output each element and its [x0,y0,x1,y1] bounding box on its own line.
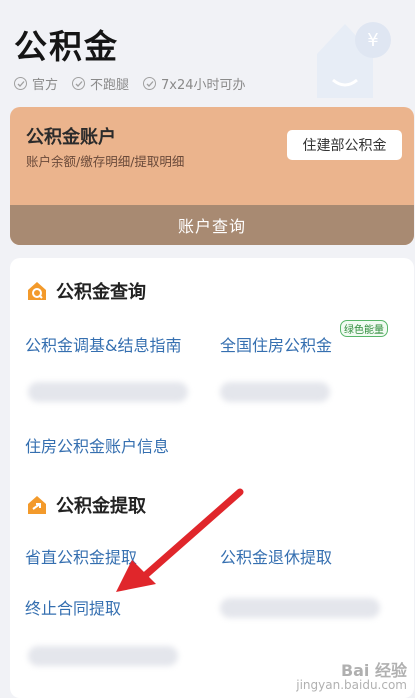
check-circle-icon [143,77,157,90]
services-card: 公积金查询 公积金调基&结息指南 全国住房公积金 绿色能量 住房公积金账户信息 … [10,258,414,698]
feature-no-errand: 不跑腿 [72,74,129,93]
national-fund-link[interactable]: 全国住房公积金 [220,332,332,356]
blurred-item [220,598,380,618]
feature-24h: 7x24小时可办 [143,74,246,93]
blurred-item [220,382,330,402]
watermark: Bai 经验 jingyan.baidu.com [296,661,407,693]
svg-text:¥: ¥ [367,30,378,51]
check-circle-icon [72,77,86,90]
green-energy-badge: 绿色能量 [340,320,388,337]
query-section-header: 公积金查询 [26,278,146,304]
house-search-icon [28,282,46,300]
account-subtitle: 账户余额/缴存明细/提取明细 [26,154,185,169]
account-title: 公积金账户 [26,127,116,148]
watermark-logo: Bai 经验 [340,661,407,680]
blurred-item [28,646,178,666]
watermark-url: jingyan.baidu.com [296,678,407,692]
account-query-button[interactable]: 账户查询 [10,205,414,245]
provincial-fund-withdraw-link[interactable]: 省直公积金提取 [25,544,137,568]
account-card: 公积金账户 账户余额/缴存明细/提取明细 住建部公积金 账户查询 [10,107,414,245]
ministry-fund-button[interactable]: 住建部公积金 [287,130,402,160]
fund-account-info-link[interactable]: 住房公积金账户信息 [25,433,169,457]
feature-official: 官方 [14,74,58,93]
contract-termination-withdraw-link[interactable]: 终止合同提取 [25,595,121,619]
blurred-item [28,382,188,402]
feature-list: 官方 不跑腿 7x24小时可办 [14,74,246,93]
house-arrow-icon [28,496,46,514]
yen-house-icon: ¥ [317,22,391,98]
check-circle-icon [14,77,27,90]
fund-adjust-guide-link[interactable]: 公积金调基&结息指南 [25,332,181,356]
withdraw-section-header: 公积金提取 [26,492,146,518]
retirement-withdraw-link[interactable]: 公积金退休提取 [220,544,332,568]
page-title: 公积金 [14,27,119,66]
